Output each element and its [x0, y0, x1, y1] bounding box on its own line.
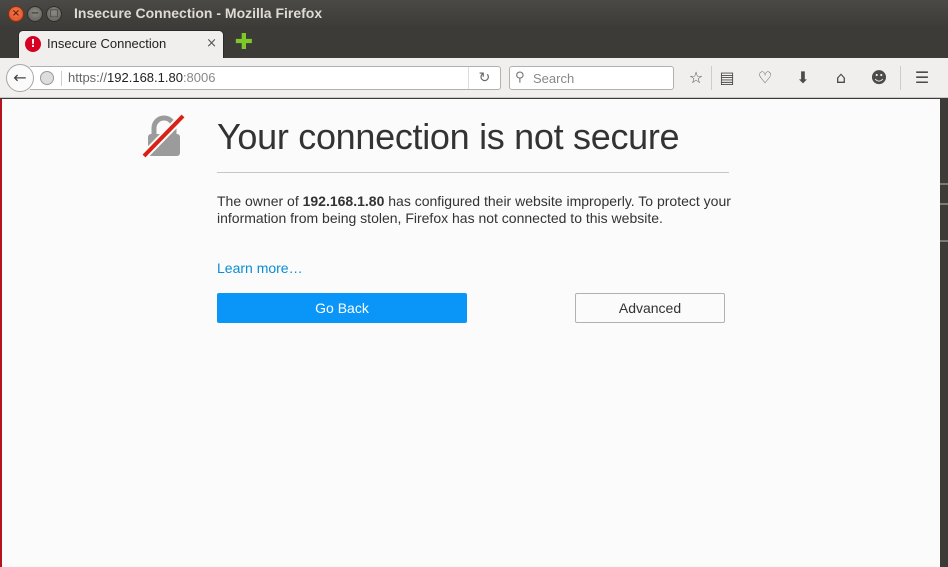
- menu-icon[interactable]: ☰: [911, 67, 933, 89]
- url-separator: [61, 71, 62, 86]
- download-icon[interactable]: ⬇: [792, 67, 814, 89]
- warning-icon: !: [25, 36, 41, 52]
- search-icon: ⚲: [515, 70, 525, 85]
- navigation-bar: https://192.168.1.80:8006 ↻ ← ⚲ Search ☆…: [0, 58, 948, 98]
- edge-mark: [940, 183, 948, 185]
- search-input[interactable]: ⚲ Search: [509, 66, 674, 90]
- tab-close-icon[interactable]: ×: [206, 36, 217, 51]
- window-edge: [940, 99, 948, 567]
- pocket-icon[interactable]: ♡: [754, 67, 776, 89]
- tab-label: Insecure Connection: [47, 36, 167, 51]
- go-back-button[interactable]: Go Back: [217, 293, 467, 323]
- url-port: :8006: [182, 70, 216, 85]
- title-bar: × − □ Insecure Connection - Mozilla Fire…: [0, 0, 948, 28]
- globe-icon[interactable]: [40, 71, 54, 85]
- url-bar[interactable]: https://192.168.1.80:8006 ↻: [30, 66, 501, 90]
- desc-host: 192.168.1.80: [302, 193, 385, 209]
- desc-pre: The owner of: [217, 193, 303, 209]
- window-minimize-button[interactable]: −: [27, 6, 43, 22]
- firefox-window: × − □ Insecure Connection - Mozilla Fire…: [0, 0, 948, 567]
- toolbar-separator: [900, 66, 901, 90]
- new-tab-button[interactable]: ✚: [234, 32, 254, 54]
- home-icon[interactable]: ⌂: [830, 67, 852, 89]
- close-icon: ×: [11, 8, 21, 19]
- reading-list-icon[interactable]: ▤: [716, 67, 738, 89]
- learn-more-link[interactable]: Learn more…: [217, 260, 303, 276]
- reload-icon[interactable]: ↻: [468, 67, 500, 89]
- tab-strip: ! Insecure Connection × ✚: [0, 28, 948, 58]
- title-divider: [217, 172, 729, 173]
- error-description: The owner of 192.168.1.80 has configured…: [217, 193, 737, 227]
- advanced-button[interactable]: Advanced: [575, 293, 725, 323]
- hello-icon[interactable]: ☻: [868, 67, 890, 89]
- error-page: Your connection is not secure The owner …: [0, 99, 940, 567]
- window-maximize-button[interactable]: □: [46, 6, 62, 22]
- url-text[interactable]: https://192.168.1.80:8006: [68, 70, 215, 85]
- broken-lock-icon: [141, 114, 186, 159]
- window-title: Insecure Connection - Mozilla Firefox: [74, 5, 323, 21]
- bookmark-star-icon[interactable]: ☆: [685, 67, 707, 89]
- tab-insecure-connection[interactable]: ! Insecure Connection ×: [18, 30, 224, 58]
- page-title: Your connection is not secure: [217, 116, 680, 157]
- edge-mark: [940, 203, 948, 205]
- url-scheme: https://: [68, 70, 108, 85]
- search-placeholder: Search: [533, 71, 575, 86]
- back-button[interactable]: ←: [6, 64, 34, 92]
- maximize-icon: □: [49, 8, 59, 19]
- toolbar-separator: [711, 66, 712, 90]
- edge-mark: [940, 240, 948, 242]
- window-close-button[interactable]: ×: [8, 6, 24, 22]
- url-host: 192.168.1.80: [107, 70, 183, 85]
- minimize-icon: −: [30, 8, 40, 19]
